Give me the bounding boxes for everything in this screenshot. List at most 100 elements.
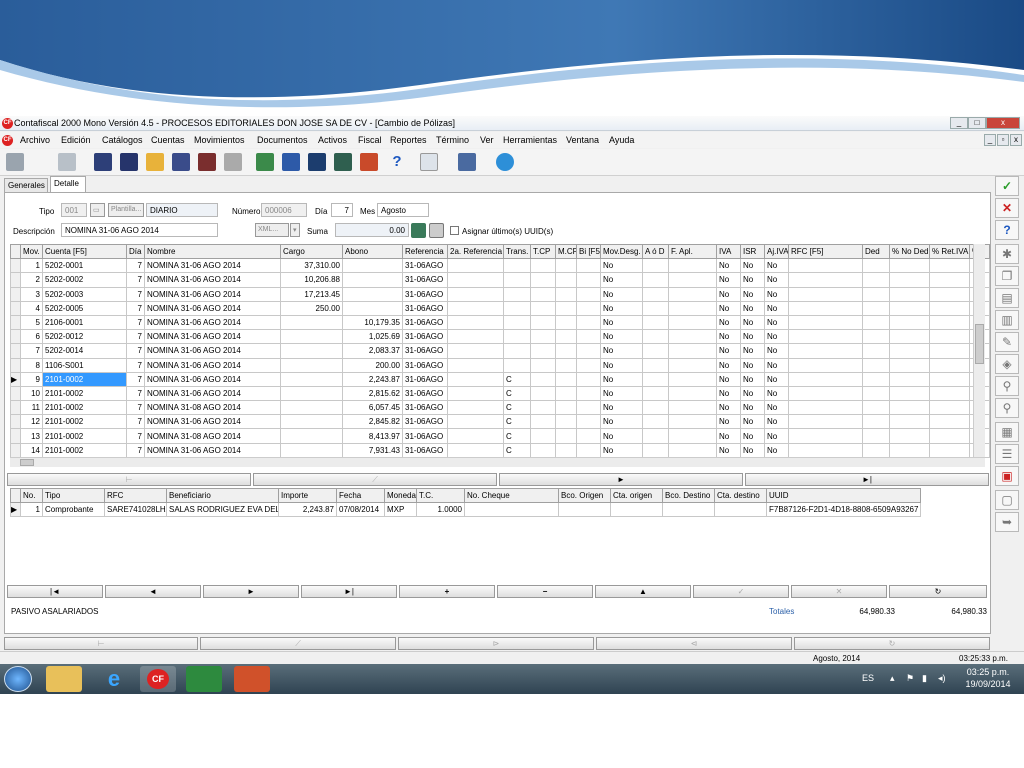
disk-icon[interactable] [224, 153, 242, 171]
table-cell[interactable] [788, 314, 863, 331]
nav-cancel-button[interactable]: ✕ [791, 585, 887, 598]
table-cell[interactable]: 8,413.97 [342, 428, 403, 444]
nav-last-button[interactable]: ►| [301, 585, 397, 598]
table-cell[interactable] [530, 400, 556, 416]
table-cell[interactable] [889, 343, 930, 359]
table-cell[interactable]: 7 [126, 428, 145, 444]
table-cell[interactable]: 31-06AGO [402, 371, 448, 387]
table-cell[interactable]: No [600, 414, 643, 430]
table-cell[interactable] [929, 357, 970, 373]
table-cell[interactable] [555, 371, 577, 387]
table-cell[interactable] [342, 272, 403, 288]
table-cell[interactable] [889, 400, 930, 416]
column-header[interactable]: Moneda [384, 487, 417, 504]
table-cell[interactable] [576, 300, 601, 316]
table-row[interactable]: ▶ 9 2101-0002 7 NOMINA 31-06 AGO 2014 2,243.8… [10, 371, 990, 387]
table-cell[interactable] [668, 428, 717, 444]
table-cell[interactable]: No [764, 442, 789, 458]
table-cell[interactable] [447, 286, 504, 302]
table-cell[interactable]: 7 [126, 357, 145, 373]
table-cell[interactable]: 3 [20, 286, 43, 302]
table-cell[interactable]: No [764, 357, 789, 373]
column-header[interactable]: M.CP [555, 243, 577, 260]
table-cell[interactable]: 7,931.43 [342, 442, 403, 458]
table-cell[interactable] [642, 272, 669, 288]
table-cell[interactable]: No [716, 286, 741, 302]
column-header[interactable]: Cta. destino [714, 487, 767, 504]
column-header[interactable]: RFC [104, 487, 167, 504]
table-cell[interactable]: F7B87126-F2D1-4D18-8808-6509A93267 [766, 502, 921, 518]
table-row[interactable]: 8 1106-S001 7 NOMINA 31-06 AGO 2014 200.00 31… [10, 357, 990, 373]
table-cell[interactable] [929, 286, 970, 302]
nav-prev-button[interactable]: ◄ [105, 585, 201, 598]
table-cell[interactable] [464, 502, 559, 518]
table-cell[interactable]: 31-06AGO [402, 314, 448, 331]
table-cell[interactable] [788, 428, 863, 444]
table-cell[interactable]: 31-06AGO [402, 272, 448, 288]
table-cell[interactable] [576, 314, 601, 331]
column-header[interactable]: Importe [278, 487, 337, 504]
table-row[interactable]: ▶ 1 Comprobante SARE741028LHA SALAS RODRIGUE… [10, 502, 921, 518]
table-cell[interactable]: 13 [20, 428, 43, 444]
table-cell[interactable] [447, 314, 504, 331]
table-cell[interactable]: 2,243.87 [278, 502, 337, 518]
table-cell[interactable]: 2101-0002 [42, 400, 127, 416]
table-cell[interactable] [889, 286, 930, 302]
table-cell[interactable] [642, 385, 669, 402]
printer-icon[interactable] [6, 153, 24, 171]
table-cell[interactable]: 7 [126, 400, 145, 416]
table-cell[interactable]: 5202-0005 [42, 300, 127, 316]
books-icon[interactable] [198, 153, 216, 171]
settings-icon[interactable]: ✱ [995, 244, 1019, 264]
table-cell[interactable]: 2101-0002 [42, 385, 127, 402]
table-cell[interactable] [576, 371, 601, 387]
table-cell[interactable]: C [503, 385, 531, 402]
table-cell[interactable] [889, 385, 930, 402]
table-cell[interactable] [788, 258, 863, 274]
table-cell[interactable]: 6 [20, 329, 43, 345]
nav-mid-play[interactable]: ► [499, 473, 743, 486]
table-cell[interactable] [610, 502, 663, 518]
table-cell[interactable]: 2101-0002 [42, 414, 127, 430]
table-cell[interactable] [503, 314, 531, 331]
menu-termino[interactable]: Término [436, 135, 469, 145]
footer-btn-5[interactable]: ↻ [794, 637, 990, 650]
table-cell[interactable]: 7 [126, 272, 145, 288]
column-header[interactable]: A ó D [642, 243, 669, 260]
flag-icon[interactable]: ⚑ [906, 673, 914, 684]
column-header[interactable]: No. Cheque [464, 487, 559, 504]
table-cell[interactable] [929, 385, 970, 402]
table-cell[interactable]: 4 [20, 300, 43, 316]
table-cell[interactable] [889, 371, 930, 387]
table-cell[interactable]: No [600, 314, 643, 331]
table-cell[interactable]: No [764, 286, 789, 302]
table-cell[interactable]: NOMINA 31-06 AGO 2014 [144, 385, 281, 402]
table-cell[interactable]: No [716, 385, 741, 402]
table-cell[interactable] [447, 442, 504, 458]
menu-herramientas[interactable]: Herramientas [503, 135, 557, 145]
table-cell[interactable] [642, 343, 669, 359]
menu-reportes[interactable]: Reportes [390, 135, 427, 145]
column-header[interactable]: Bco. Origen [558, 487, 611, 504]
table-cell[interactable]: No [716, 400, 741, 416]
column-header[interactable]: % Ret.IVA [929, 243, 970, 260]
table-cell[interactable]: 10,206.88 [280, 272, 343, 288]
table-cell[interactable] [889, 442, 930, 458]
table-cell[interactable] [576, 357, 601, 373]
table-cell[interactable]: No [600, 400, 643, 416]
table-cell[interactable] [447, 371, 504, 387]
column-header[interactable]: RFC [F5] [788, 243, 863, 260]
table-cell[interactable] [555, 300, 577, 316]
table-cell[interactable] [862, 329, 890, 345]
table-cell[interactable] [642, 414, 669, 430]
column-header[interactable]: T.CP [530, 243, 556, 260]
column-header[interactable]: Trans. [503, 243, 531, 260]
table-cell[interactable]: 200.00 [342, 357, 403, 373]
ledger-icon[interactable] [120, 153, 138, 171]
table-cell[interactable]: No [764, 385, 789, 402]
document-icon[interactable] [58, 153, 76, 171]
table-cell[interactable]: SALAS RODRIGUEZ EVA DEL [166, 502, 279, 518]
table-cell[interactable]: No [740, 314, 765, 331]
table-cell[interactable] [929, 343, 970, 359]
table-cell[interactable] [889, 258, 930, 274]
